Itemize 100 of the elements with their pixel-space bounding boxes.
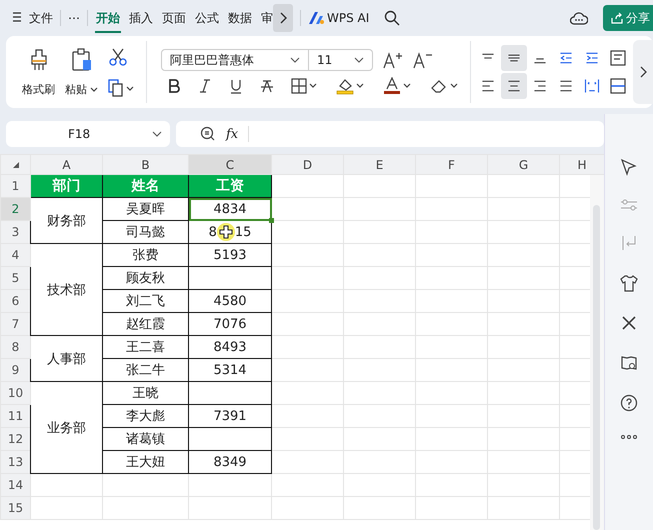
table-cell: 吴夏晖 (102, 198, 188, 220)
more-icon[interactable] (620, 434, 638, 440)
ribbon-tab[interactable]: 开始 (95, 4, 121, 32)
format-painter-button[interactable]: 格式刷 (22, 48, 55, 96)
select-all-icon[interactable] (12, 160, 20, 168)
fill-color-icon[interactable] (336, 77, 366, 95)
table-cell: 王大妞 (102, 450, 188, 474)
column-header[interactable]: E (344, 154, 416, 174)
table-cell: 赵红霞 (102, 312, 188, 336)
align-middle-icon[interactable] (501, 45, 527, 71)
row-header[interactable]: 3 (0, 220, 30, 244)
grow-font-icon[interactable] (383, 51, 403, 69)
clipboard-icon (70, 48, 92, 72)
file-menu[interactable]: 文件 (29, 10, 53, 26)
name-box[interactable]: F18 (6, 121, 170, 147)
paste-button[interactable]: 粘贴 (65, 48, 98, 96)
font-name-field[interactable]: 阿里巴巴普惠体 (161, 49, 309, 71)
table-cell: 5193 (188, 244, 272, 266)
shirt-icon[interactable] (620, 274, 638, 292)
column-header[interactable]: F (416, 154, 488, 174)
row-header[interactable]: 2 (0, 198, 30, 220)
copy-icon[interactable] (108, 79, 134, 97)
book-search-icon[interactable] (620, 354, 638, 372)
cell-text: 8 (208, 224, 217, 240)
header-cell: 部门 (30, 174, 102, 198)
column-header[interactable]: C (188, 154, 272, 174)
share-button[interactable]: 分享 (603, 5, 653, 31)
row-header[interactable]: 5 (0, 266, 30, 290)
row-header[interactable]: 12 (0, 428, 30, 450)
ribbon-tab[interactable]: 数据 (227, 4, 253, 32)
scroll-tabs-button[interactable] (273, 4, 293, 32)
table-cell: 人事部 (30, 336, 102, 382)
table-cell: 王晓 (102, 382, 188, 404)
table-cell: 财务部 (30, 198, 102, 244)
table-cell: 8493 (188, 336, 272, 358)
caret-icon (152, 131, 162, 137)
column-header[interactable]: B (102, 154, 188, 174)
table-cell: 李大彪 (102, 404, 188, 428)
chevron-right-icon (639, 66, 647, 78)
table-cell: 张费 (102, 244, 188, 266)
column-header[interactable]: H (560, 154, 604, 174)
column-header[interactable]: A (30, 154, 102, 174)
pointer-icon[interactable] (620, 158, 638, 176)
table-cell: 司马懿 (102, 220, 188, 244)
column-header[interactable]: D (272, 154, 344, 174)
header-cell: 工资 (188, 174, 272, 198)
ribbon-tab[interactable]: 公式 (194, 4, 220, 32)
ribbon-tab[interactable]: 插入 (128, 4, 154, 32)
more-menu[interactable]: ⋯ (68, 11, 80, 25)
cell-text: 15 (234, 224, 252, 240)
table-cell: 5314 (188, 358, 272, 382)
cut-icon[interactable] (108, 47, 128, 67)
row-header[interactable]: 1 (0, 174, 30, 198)
table-cell: 顾友秋 (102, 266, 188, 290)
table-cell: 8349 (188, 450, 272, 474)
table-cell: 7076 (188, 312, 272, 336)
italic-icon[interactable] (198, 78, 212, 94)
row-header[interactable]: 9 (0, 358, 30, 382)
borders-icon[interactable] (291, 78, 319, 94)
table-cell: 张二牛 (102, 358, 188, 382)
sliders-icon[interactable] (620, 198, 638, 212)
column-header[interactable]: G (488, 154, 560, 174)
wps-ai-button[interactable]: WPS AI (327, 11, 370, 25)
shrink-font-icon[interactable] (413, 51, 433, 69)
table-cell: 4834 (188, 198, 272, 220)
share-icon (611, 12, 623, 24)
row-header[interactable]: 6 (0, 290, 30, 312)
ribbon-tab[interactable]: 审 (260, 4, 274, 32)
caret-icon (90, 86, 98, 92)
ai-logo-icon[interactable] (308, 11, 324, 25)
caret-icon (290, 57, 300, 63)
row-header[interactable]: 11 (0, 404, 30, 428)
font-color-icon[interactable] (383, 77, 413, 95)
row-header[interactable]: 13 (0, 450, 30, 474)
strikethrough-icon[interactable] (260, 78, 274, 94)
row-header[interactable]: 14 (0, 474, 30, 496)
table-cell: 7391 (188, 404, 272, 428)
zoom-icon[interactable] (200, 126, 216, 142)
bold-icon[interactable] (167, 78, 181, 94)
underline-icon[interactable] (229, 78, 243, 94)
align-center-icon[interactable] (501, 73, 527, 99)
row-header[interactable]: 8 (0, 336, 30, 358)
table-cell: 王二喜 (102, 336, 188, 358)
row-header[interactable]: 7 (0, 312, 30, 336)
formula-field[interactable]: fx (176, 121, 604, 147)
row-header[interactable]: 4 (0, 244, 30, 266)
font-size-field[interactable]: 11 (309, 49, 373, 71)
table-cell: 4580 (188, 290, 272, 312)
search-icon[interactable] (384, 10, 400, 26)
help-icon[interactable] (620, 394, 638, 412)
cell-cursor-icon (216, 223, 235, 241)
row-header[interactable]: 10 (0, 382, 30, 404)
table-cell: 刘二飞 (102, 290, 188, 312)
cloud-icon[interactable] (570, 11, 588, 25)
row-header[interactable]: 15 (0, 496, 30, 520)
table-cell: 诸葛镇 (102, 428, 188, 450)
ribbon-tab[interactable]: 页面 (161, 4, 187, 32)
header-cell: 姓名 (102, 174, 188, 198)
vertical-scrollbar[interactable] (590, 175, 604, 530)
chevron-right-icon (279, 12, 287, 24)
